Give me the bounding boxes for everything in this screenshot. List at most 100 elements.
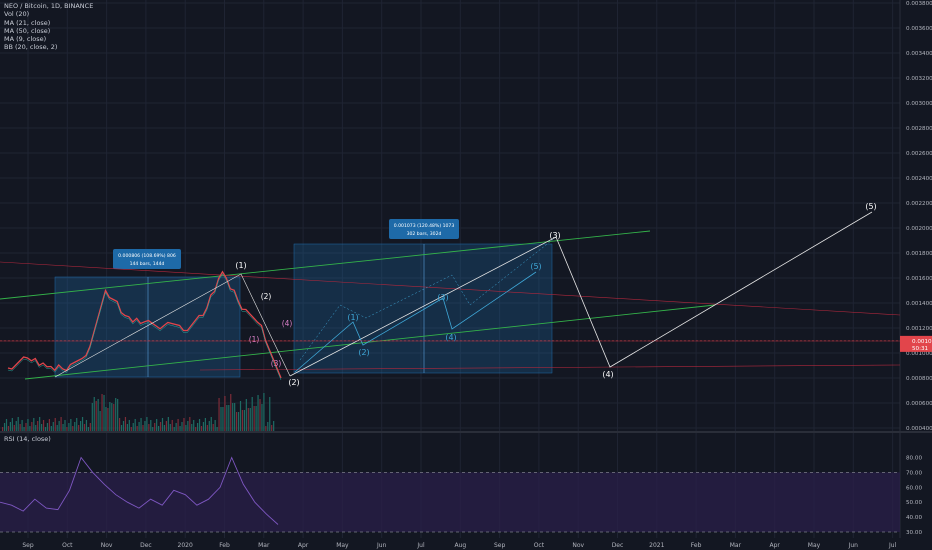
wave-label-white: (1) (235, 261, 246, 270)
volume-bar (159, 422, 162, 431)
price-marker-value: 0.001097 (912, 339, 932, 345)
volume-bar (158, 426, 160, 431)
volume-bar (253, 406, 255, 431)
volume-bar (107, 408, 109, 431)
volume-bar (218, 398, 220, 431)
volume-bar (95, 401, 97, 431)
volume-bar (72, 426, 74, 431)
volume-bar (52, 422, 54, 431)
volume-bar (156, 419, 158, 431)
volume-bar (251, 397, 253, 431)
rsi-tick-label: 80.00 (906, 455, 922, 461)
volume-bar (148, 424, 150, 431)
volume-bar (35, 425, 37, 431)
price-tick-label: 0.002000 (906, 226, 932, 232)
volume-bar (103, 395, 105, 431)
volume-bar (175, 423, 177, 431)
volume-bar (81, 417, 84, 431)
wave-label-cyan: (1) (347, 313, 358, 322)
volume-bar (146, 417, 148, 431)
volume-bar (31, 422, 33, 431)
volume-bar (237, 412, 240, 431)
volume-bar (234, 403, 236, 431)
rsi-tick-label: 40.00 (906, 515, 922, 521)
time-tick-label: 2020 (178, 542, 193, 549)
volume-bar (243, 410, 245, 431)
volume-bar (62, 424, 64, 431)
volume-bar (236, 412, 238, 431)
volume-bar (265, 426, 267, 431)
volume-bar (7, 426, 10, 431)
price-tick-label: 0.000600 (906, 401, 932, 407)
volume-bar (25, 423, 27, 431)
volume-bar (173, 427, 175, 431)
volume-bar (126, 424, 128, 431)
legend-bb: BB (20, close, 2) (4, 43, 58, 52)
time-tick-label: May (336, 542, 349, 549)
volume-bar (216, 427, 218, 431)
volume-bar (249, 408, 251, 431)
volume-bar (122, 421, 125, 431)
volume-bar (224, 396, 226, 431)
volume-bar (83, 424, 86, 431)
volume-bar (109, 402, 111, 431)
wave-label-cyan: (2) (358, 348, 369, 357)
volume-bar (152, 427, 154, 431)
wave-label-white: (5) (865, 202, 876, 211)
range-box-2-line2: 302 bars, 302d (407, 231, 442, 237)
volume-bar (78, 425, 80, 431)
volume-bar (183, 418, 185, 431)
volume-bar (111, 403, 113, 431)
volume-bar (154, 423, 156, 431)
price-chart[interactable]: 80.00 70.00 60.00 50.00 40.00 30.00 0.000806 … (0, 0, 932, 550)
volume-bar (85, 420, 88, 431)
volume-bar (202, 422, 205, 431)
time-tick-label: Jun (848, 542, 859, 549)
price-tick-label: 0.002200 (906, 201, 932, 207)
volume-bar (222, 407, 224, 431)
volume-bar (150, 420, 152, 431)
time-tick-label: Nov (101, 542, 113, 549)
wave-label-cyan: (3) (437, 293, 448, 302)
volume-bar (247, 408, 249, 431)
volume-bar (68, 423, 70, 431)
volume-bar (97, 399, 99, 431)
volume-bar (200, 426, 203, 431)
volume-bar (144, 421, 146, 431)
range-box-1-line2: 144 bars, 144d (130, 261, 165, 267)
volume-bar (11, 418, 13, 431)
volume-bar (60, 417, 62, 431)
time-tick-label: Mar (730, 542, 742, 549)
volume-bar (169, 424, 171, 431)
wave-label-cyan: (4) (445, 333, 456, 342)
volume-bar (46, 423, 49, 431)
price-tick-label: 0.003400 (906, 51, 932, 57)
volume-bar (245, 399, 247, 431)
volume-bar (267, 422, 269, 431)
price-tick-label: 0.003600 (906, 26, 932, 32)
volume-bar (87, 427, 89, 431)
wave-label-sub: (2) (261, 292, 272, 301)
volume-bar (128, 420, 130, 431)
volume-bar (261, 404, 263, 431)
volume-bar (232, 403, 234, 431)
volume-bar (210, 417, 212, 431)
volume-bar (204, 418, 206, 431)
volume-bar (134, 419, 136, 431)
volume-bar (195, 427, 197, 431)
legend-ma9: MA (9, close) (4, 35, 47, 44)
volume-bar (130, 427, 132, 431)
volume-bar (113, 404, 115, 431)
volume-bar (181, 422, 183, 431)
rsi-tick-label: 30.00 (906, 530, 922, 536)
volume-bar (177, 419, 179, 431)
price-tick-label: 0.002400 (906, 176, 932, 182)
volume-bar (105, 407, 107, 431)
volume-bar (17, 417, 19, 431)
volume-bar (255, 406, 257, 431)
volume-bar (263, 393, 265, 431)
volume-bar (171, 420, 173, 431)
wave-label-pink: (3) (271, 359, 282, 368)
range-box-1-line1: 0.000806 (108.69%) 806 (118, 253, 176, 259)
volume-bar (189, 417, 191, 431)
